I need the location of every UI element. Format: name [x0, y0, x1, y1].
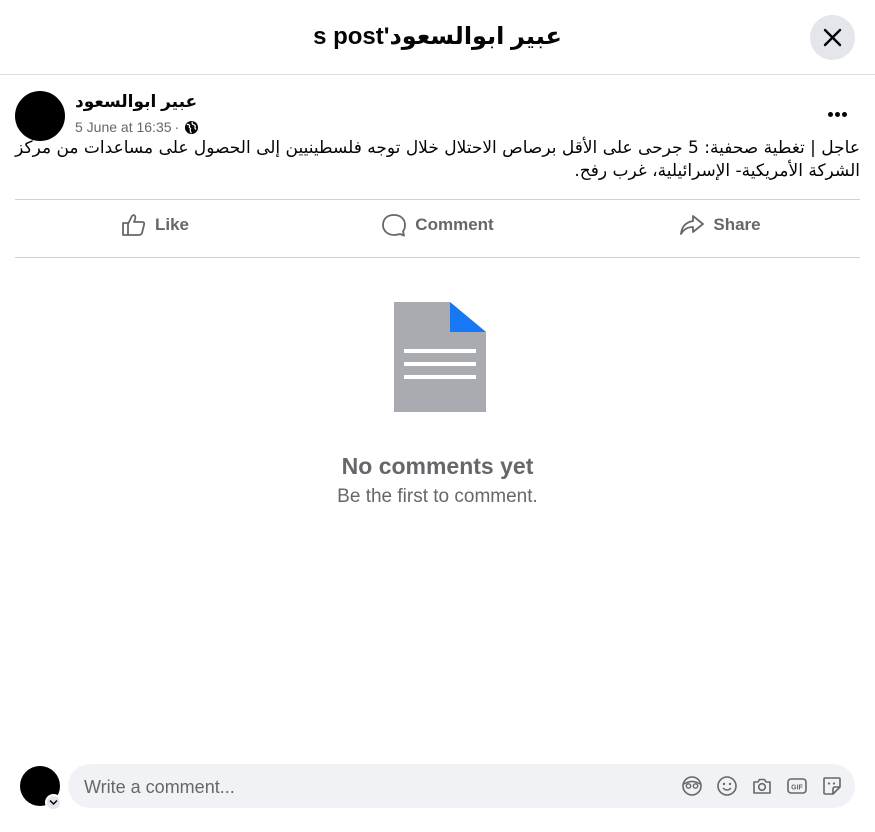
document-icon — [394, 302, 486, 412]
comment-icon — [382, 214, 407, 237]
empty-state-title: No comments yet — [341, 453, 534, 479]
comment-composer[interactable]: GIF — [68, 764, 855, 810]
share-label: Share — [713, 215, 761, 234]
dialog-header: عبير ابوالسعود's post — [0, 0, 875, 75]
comment-input[interactable] — [82, 764, 666, 810]
chevron-down-icon — [49, 799, 58, 806]
profile-switcher-button[interactable] — [45, 794, 62, 811]
svg-text:GIF: GIF — [791, 785, 803, 792]
author-avatar[interactable] — [15, 91, 65, 141]
divider — [15, 199, 860, 200]
more-options-button[interactable] — [818, 96, 856, 132]
share-icon — [680, 215, 705, 235]
meta-separator: · — [174, 119, 180, 135]
post-text: عاجل | تغطية صحفية: 5 جرحى على الأقل برص… — [15, 138, 860, 181]
emoji-icon[interactable] — [716, 775, 738, 797]
sticker-icon[interactable] — [821, 775, 843, 797]
more-options-icon — [828, 112, 833, 117]
camera-icon[interactable] — [751, 775, 773, 797]
post-meta: 5 June at 16:35 · — [75, 119, 199, 135]
divider — [15, 257, 860, 258]
comment-button[interactable]: Comment — [360, 205, 515, 245]
avatar-sticker-icon[interactable] — [681, 775, 703, 797]
globe-icon[interactable] — [184, 120, 199, 135]
close-button[interactable] — [810, 15, 855, 60]
share-button[interactable]: Share — [660, 205, 780, 245]
empty-state-subtitle: Be the first to comment. — [337, 486, 538, 507]
like-icon — [122, 214, 146, 236]
comment-label: Comment — [415, 215, 494, 234]
gif-icon[interactable]: GIF — [786, 775, 808, 797]
post-timestamp[interactable]: 5 June at 16:35 — [75, 119, 172, 135]
close-icon — [823, 28, 842, 47]
like-button[interactable]: Like — [80, 205, 230, 245]
like-label: Like — [154, 215, 190, 234]
dialog-title: عبير ابوالسعود's post — [313, 23, 562, 50]
author-name[interactable]: عبير ابوالسعود — [75, 92, 197, 112]
